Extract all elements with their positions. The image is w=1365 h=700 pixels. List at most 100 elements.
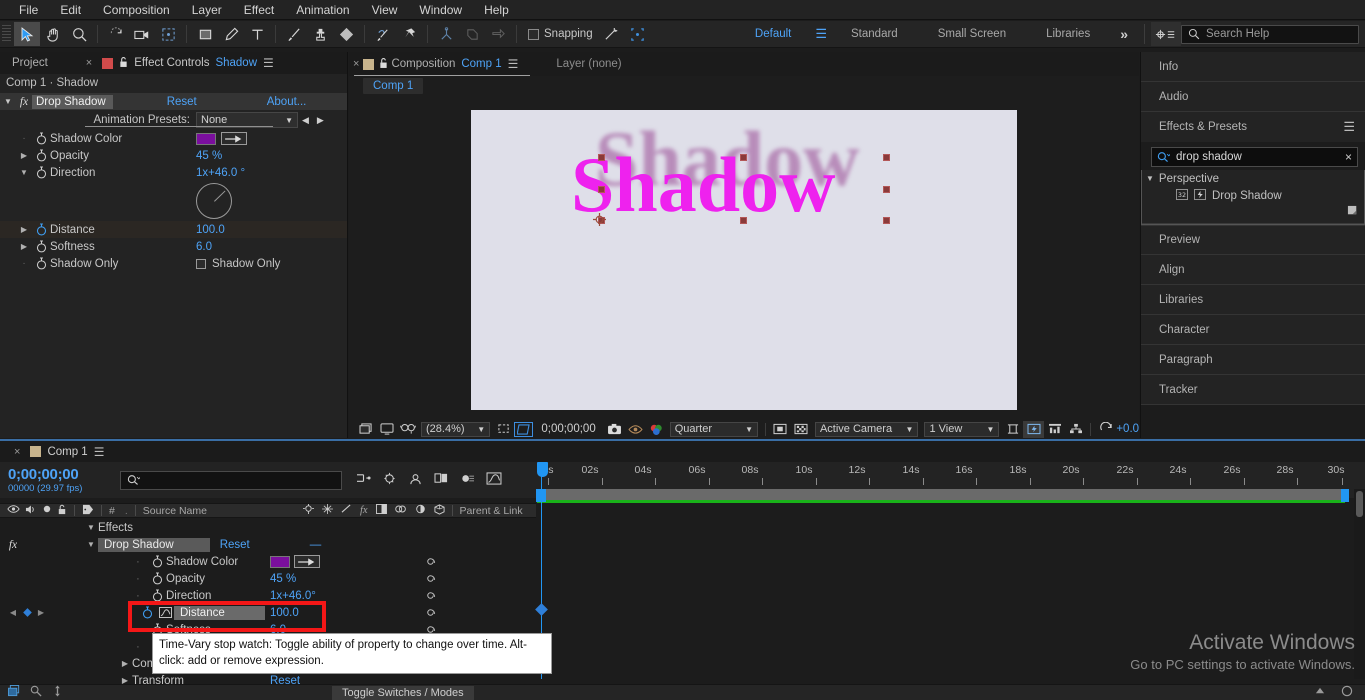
exposure-value[interactable]: +0.0	[1116, 423, 1139, 435]
selection-handle[interactable]	[740, 217, 747, 224]
fx-column-icon[interactable]: fx	[360, 505, 368, 516]
timeline-vertical-scrollbar[interactable]	[1354, 489, 1365, 679]
text-tool[interactable]	[244, 22, 270, 46]
disclosure-triangle-icon[interactable]: ▶	[16, 242, 32, 251]
panel-menu-icon[interactable]: ☰	[1343, 119, 1355, 135]
eraser-tool[interactable]	[333, 22, 359, 46]
next-keyframe-icon[interactable]: ▶	[34, 608, 48, 617]
panel-effects-presets[interactable]: Effects & Presets ☰	[1141, 112, 1365, 142]
selection-handle[interactable]	[883, 186, 890, 193]
enable-motion-blur-icon[interactable]	[460, 472, 475, 488]
fast-previews-icon[interactable]	[1023, 421, 1044, 438]
panel-preview[interactable]: Preview	[1141, 225, 1365, 255]
channel-rgb-icon[interactable]	[646, 421, 667, 438]
effects-search-box[interactable]: ×	[1151, 147, 1358, 167]
composition-timecode[interactable]: 0;00;00;00	[533, 423, 603, 435]
hand-tool[interactable]	[40, 22, 66, 46]
pan-behind-tool[interactable]	[155, 22, 181, 46]
shadow-only-checkbox[interactable]	[196, 259, 206, 269]
timeline-row-effects[interactable]: ▼ Effects	[0, 519, 536, 536]
hide-shy-layers-icon[interactable]	[408, 472, 423, 488]
transparency-grid-icon[interactable]	[514, 422, 533, 437]
menu-item-layer[interactable]: Layer	[181, 0, 233, 20]
property-row-direction[interactable]: ▼ Direction 1x+46.0 °	[0, 164, 347, 181]
effect-header-drop-shadow[interactable]: ▼ fx Drop Shadow Reset About...	[0, 93, 347, 110]
disclosure-triangle-open-icon[interactable]: ▼	[84, 523, 98, 532]
snapping-toggle[interactable]: Snapping	[528, 28, 593, 40]
disclosure-triangle-icon[interactable]: ▶	[118, 659, 132, 668]
workspace-default[interactable]: Default	[735, 21, 811, 48]
stopwatch-icon[interactable]	[148, 555, 166, 568]
timeline-row-shadow-color[interactable]: · Shadow Color	[0, 553, 536, 570]
effect-name[interactable]: Drop Shadow	[32, 95, 113, 109]
workspace-menu-icon[interactable]: ☰	[811, 26, 831, 42]
collapse-transformations-icon[interactable]	[395, 504, 407, 517]
expression-icon[interactable]	[415, 587, 445, 604]
panel-audio[interactable]: Audio	[1141, 82, 1365, 112]
pixel-aspect-correction-icon[interactable]	[1002, 421, 1023, 438]
menu-item-window[interactable]: Window	[408, 0, 473, 20]
panel-align[interactable]: Align	[1141, 255, 1365, 285]
effect-reset-button[interactable]: Reset	[167, 96, 197, 108]
stopwatch-icon[interactable]	[32, 240, 50, 253]
timeline-expand-icon[interactable]	[52, 685, 63, 700]
timeline-effect-extra[interactable]: —	[310, 539, 322, 551]
work-area-end-handle[interactable]	[1341, 489, 1349, 502]
track-row[interactable]	[536, 519, 1347, 536]
column-number-header[interactable]: #	[109, 505, 115, 517]
enable-frame-blending-icon[interactable]	[434, 472, 449, 488]
solo-toggle-icon[interactable]	[42, 504, 52, 517]
selection-tool[interactable]	[14, 22, 40, 46]
composition-canvas[interactable]: Shadow Shadow	[349, 100, 1139, 420]
disclosure-triangle-open-icon[interactable]: ▼	[84, 540, 98, 549]
disclosure-triangle-open-icon[interactable]: ▼	[1146, 174, 1154, 183]
eyedropper-icon[interactable]	[221, 132, 247, 145]
effects-item-drop-shadow[interactable]: 32 Drop Shadow	[1142, 187, 1364, 204]
keyframe-navigator-icon[interactable]	[20, 608, 34, 617]
resolution-select[interactable]: Quarter ▼	[670, 422, 758, 437]
orbit-tool-icon[interactable]	[459, 22, 485, 46]
unified-camera-icon[interactable]	[433, 22, 459, 46]
panel-tracker[interactable]: Tracker	[1141, 375, 1365, 405]
always-preview-icon[interactable]	[355, 421, 376, 438]
close-icon[interactable]: ×	[10, 446, 24, 458]
comp-flowchart-footer-icon[interactable]	[8, 685, 21, 700]
effect-about-button[interactable]: About...	[267, 96, 307, 108]
timeline-row-value[interactable]: 45 %	[270, 573, 296, 585]
frame-render-time-icon[interactable]	[30, 685, 43, 700]
composition-tab[interactable]: Composition Comp 1 ☰	[391, 57, 526, 71]
camera-tool[interactable]	[129, 22, 155, 46]
preset-prev-button[interactable]: ◀	[298, 115, 313, 126]
timeline-row-drop-shadow[interactable]: fx ▼ Drop Shadow Reset —	[0, 536, 536, 553]
panel-libraries[interactable]: Libraries	[1141, 285, 1365, 315]
puppet-pin-tool[interactable]	[396, 22, 422, 46]
timeline-timecode[interactable]: 0;00;00;00	[8, 466, 112, 483]
effects-search-input[interactable]	[1176, 151, 1339, 163]
stopwatch-icon[interactable]	[32, 257, 50, 270]
shadow-color-swatch[interactable]	[270, 556, 290, 568]
property-row-softness[interactable]: ▶ Softness 6.0	[0, 238, 347, 255]
property-row-opacity[interactable]: ▶ Opacity 45 %	[0, 147, 347, 164]
work-area-start-handle[interactable]	[536, 489, 546, 502]
lock-icon[interactable]	[119, 56, 128, 71]
snapping-checkbox[interactable]	[528, 29, 539, 40]
lock-icon[interactable]	[379, 57, 388, 72]
timeline-search-box[interactable]	[120, 471, 342, 490]
direction-dial[interactable]	[196, 183, 232, 219]
eyedropper-icon[interactable]	[294, 555, 320, 568]
workspace-settings-icon[interactable]	[1151, 22, 1181, 46]
column-parent-link-header[interactable]: Parent & Link	[460, 505, 523, 517]
panel-menu-icon[interactable]: ☰	[508, 57, 519, 71]
menu-item-view[interactable]: View	[361, 0, 409, 20]
timeline-ruler[interactable]: 0s 02s 04s 06s 08s 10s 12s 14s 16s 18s 2…	[536, 462, 1347, 489]
selection-handle[interactable]	[883, 154, 890, 161]
timeline-jump-icon[interactable]	[1044, 421, 1065, 438]
new-folder-icon[interactable]	[1347, 205, 1360, 221]
zoom-level-select[interactable]: (28.4%) ▼	[421, 422, 490, 437]
expression-icon[interactable]	[415, 604, 445, 621]
preset-next-button[interactable]: ▶	[313, 115, 328, 126]
timeline-track-area[interactable]	[536, 519, 1347, 679]
pan-tool-icon[interactable]	[485, 22, 511, 46]
region-preview-icon[interactable]	[770, 421, 791, 438]
panel-paragraph[interactable]: Paragraph	[1141, 345, 1365, 375]
